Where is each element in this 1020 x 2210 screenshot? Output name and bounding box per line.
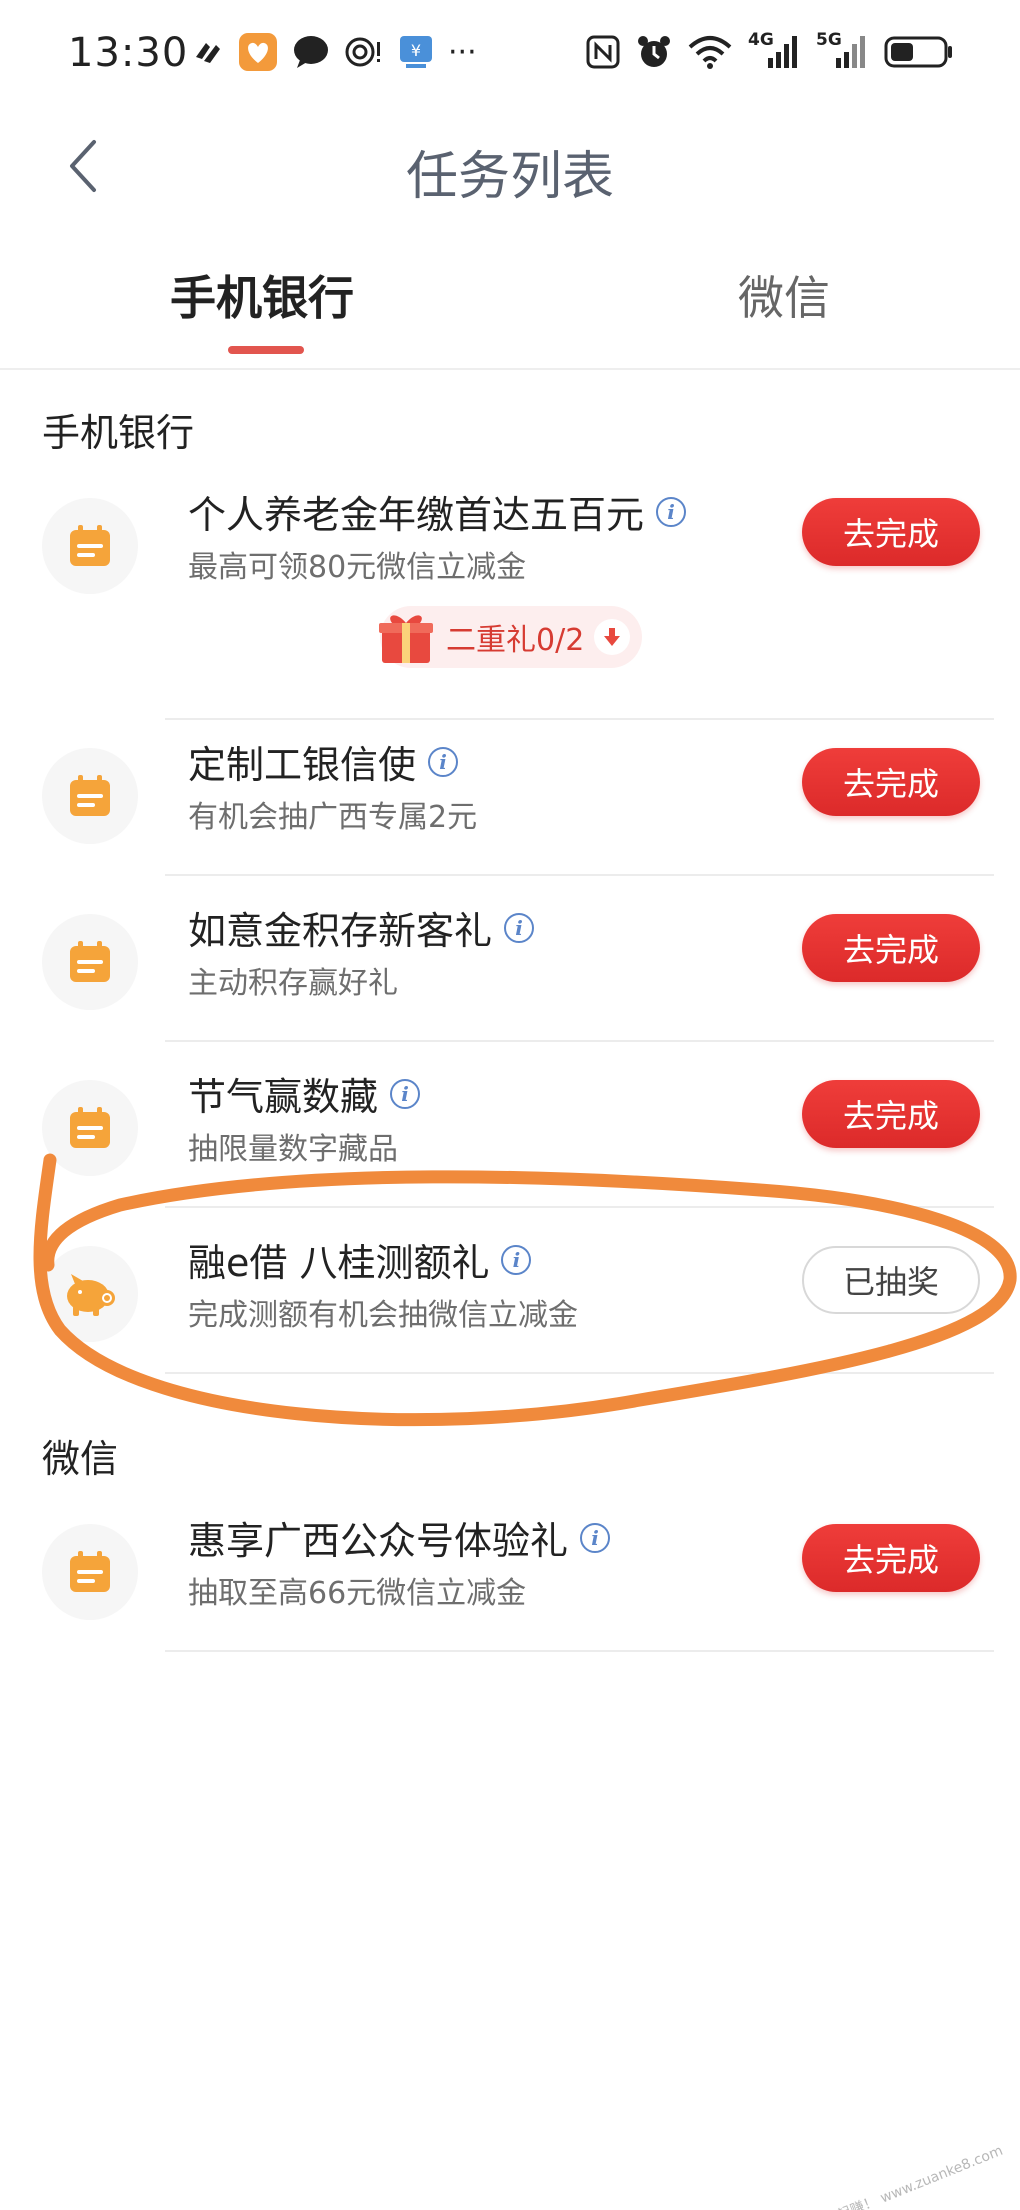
- info-icon[interactable]: i: [580, 1522, 611, 1553]
- signal-4g-icon: 4G: [748, 30, 800, 72]
- battery-icon: [884, 32, 954, 72]
- network-4g-label: 4G: [748, 30, 774, 50]
- task-subtitle: 主动积存赢好礼: [188, 966, 398, 1001]
- status-time: 13:30: [68, 30, 189, 76]
- task-title-text: 惠享广西公众号体验礼: [188, 1519, 569, 1563]
- calendar-icon: [70, 525, 110, 566]
- task-item-pension: 个人养老金年缴首达五百元 i 最高可领80元微信立减金 去完成: [0, 462, 1020, 720]
- tab-wechat[interactable]: 微信: [738, 262, 830, 328]
- more-notifications-icon: ···: [448, 34, 477, 70]
- expand-arrow-icon: [594, 619, 631, 655]
- icbc-app-icon: ¥: [398, 32, 434, 72]
- divider: [165, 1650, 994, 1652]
- tab-mobile-banking[interactable]: 手机银行: [170, 262, 354, 328]
- status-system-icons: 4G 5G: [586, 30, 954, 72]
- info-icon[interactable]: i: [390, 1078, 421, 1109]
- piggy-bank-icon: [67, 1274, 115, 1316]
- alarm-icon: [636, 32, 672, 72]
- task-title-text: 如意金积存新客礼: [188, 909, 493, 953]
- divider: [165, 1372, 994, 1374]
- info-icon[interactable]: i: [501, 1244, 532, 1275]
- task-title: 个人养老金年缴首达五百元 i: [188, 484, 687, 539]
- task-icon-container: [42, 914, 138, 1010]
- go-complete-button[interactable]: 去完成: [802, 498, 980, 566]
- nfc-icon: [586, 32, 620, 72]
- info-icon[interactable]: i: [656, 496, 687, 527]
- task-title-text: 个人养老金年缴首达五百元: [188, 493, 645, 537]
- go-complete-button[interactable]: 去完成: [802, 1080, 980, 1148]
- task-subtitle: 完成测额有机会抽微信立减金: [188, 1298, 578, 1333]
- task-title: 如意金积存新客礼 i: [188, 900, 535, 955]
- task-icon-container: [42, 1246, 138, 1342]
- info-icon[interactable]: i: [504, 912, 535, 943]
- chat-bubble-icon: [292, 32, 330, 72]
- go-complete-button[interactable]: 去完成: [802, 914, 980, 982]
- task-subtitle: 有机会抽广西专属2元: [188, 800, 478, 835]
- task-item-wechat-official-account: 惠享广西公众号体验礼 i 抽取至高66元微信立减金 去完成: [0, 1488, 1020, 1652]
- network-5g-label: 5G: [816, 30, 842, 50]
- task-subtitle: 最高可领80元微信立减金: [188, 550, 527, 585]
- calendar-icon: [70, 775, 110, 816]
- gift-badge-label: 二重礼0/2: [446, 623, 585, 658]
- task-title: 融e借 八桂测额礼 i: [188, 1232, 532, 1287]
- tab-bar: 手机银行 微信: [0, 240, 1020, 370]
- calendar-icon: [70, 941, 110, 982]
- nav-bar: 任务列表: [0, 110, 1020, 220]
- svg-text:¥: ¥: [411, 41, 421, 60]
- info-icon[interactable]: i: [428, 746, 459, 777]
- task-icon-container: [42, 498, 138, 594]
- status-notification-icons: ¥ ···: [190, 32, 477, 72]
- calendar-icon: [70, 1551, 110, 1592]
- gift-badge[interactable]: 二重礼0/2: [379, 606, 643, 668]
- go-complete-button[interactable]: 去完成: [802, 1524, 980, 1592]
- divider: [165, 874, 994, 876]
- page-title: 任务列表: [405, 147, 614, 207]
- status-bar: 13:30 ¥ ··· 4G 5G: [0, 0, 1020, 110]
- heart-app-icon: [238, 32, 278, 72]
- task-item-gold-savings: 如意金积存新客礼 i 主动积存赢好礼 去完成: [0, 878, 1020, 1042]
- signal-5g-icon: 5G: [816, 30, 868, 72]
- task-subtitle: 抽取至高66元微信立减金: [188, 1576, 527, 1611]
- app-notification-icon: [190, 32, 224, 72]
- task-item-solar-terms: 节气赢数藏 i 抽限量数字藏品 去完成: [0, 1044, 1020, 1208]
- task-title-text: 节气赢数藏: [188, 1075, 379, 1119]
- calendar-icon: [70, 1107, 110, 1148]
- section-title-wechat: 微信: [42, 1437, 119, 1481]
- divider: [165, 1206, 994, 1208]
- task-item-icbc-messenger: 定制工银信使 i 有机会抽广西专属2元 去完成: [0, 712, 1020, 876]
- task-icon-container: [42, 1080, 138, 1176]
- task-title: 定制工银信使 i: [188, 734, 459, 789]
- task-icon-container: [42, 748, 138, 844]
- gift-box-icon: [379, 615, 433, 663]
- already-drawn-button[interactable]: 已抽奖: [802, 1246, 980, 1314]
- go-complete-button[interactable]: 去完成: [802, 748, 980, 816]
- task-title: 惠享广西公众号体验礼 i: [188, 1510, 611, 1565]
- task-title: 节气赢数藏 i: [188, 1066, 421, 1121]
- active-tab-indicator: [228, 346, 304, 354]
- task-subtitle: 抽限量数字藏品: [188, 1132, 398, 1167]
- section-title-mobile-banking: 手机银行: [42, 411, 195, 455]
- task-title-text: 融e借 八桂测额礼: [188, 1241, 490, 1285]
- wifi-icon: [688, 32, 732, 72]
- target-icon: [344, 32, 384, 72]
- task-item-rong-e-loan: 融e借 八桂测额礼 i 完成测额有机会抽微信立减金 已抽奖: [0, 1210, 1020, 1374]
- divider: [165, 1040, 994, 1042]
- task-icon-container: [42, 1524, 138, 1620]
- task-title-text: 定制工银信使: [188, 743, 417, 787]
- watermark: 赚客吧，有奖一起赚！ www.zuanke8.com: [744, 2142, 1006, 2210]
